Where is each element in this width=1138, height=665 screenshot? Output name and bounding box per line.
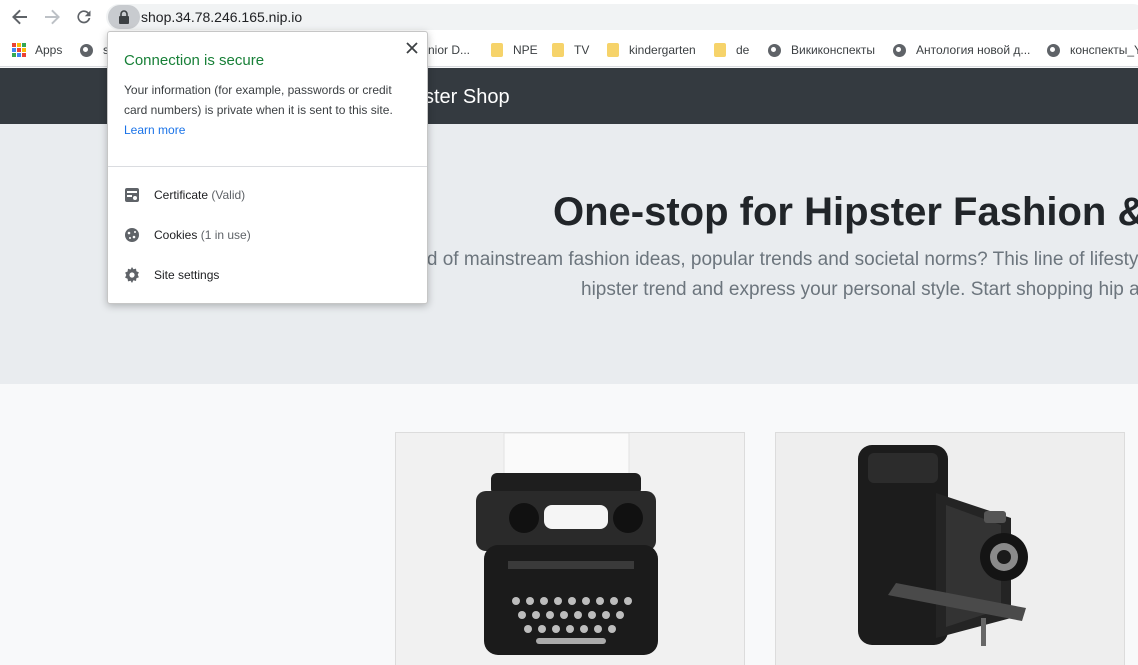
bookmark-item[interactable]: Викиконспекты: [768, 41, 875, 59]
bookmark-label: TV: [574, 43, 590, 57]
product-card-camera[interactable]: [775, 432, 1125, 665]
hero-title: One-stop for Hipster Fashion & S: [553, 190, 1138, 234]
certificate-label: Certificate (Valid): [154, 188, 245, 202]
arrow-right-icon: [45, 9, 60, 25]
certificate-text: Certificate: [154, 188, 209, 202]
cookies-row[interactable]: Cookies (1 in use): [108, 217, 427, 253]
bookmark-item[interactable]: nior D...: [428, 41, 470, 59]
cookies-text: Cookies: [154, 228, 198, 242]
site-info-button[interactable]: [108, 5, 140, 29]
certificate-status: (Valid): [211, 188, 246, 202]
globe-icon: [80, 43, 93, 57]
bookmark-label: kindergarten: [629, 43, 696, 57]
globe-icon: [768, 43, 781, 57]
cookies-label: Cookies (1 in use): [154, 228, 251, 242]
bookmark-folder-kindergarten[interactable]: kindergarten: [607, 41, 696, 59]
certificate-row[interactable]: Certificate (Valid): [108, 177, 427, 213]
bookmark-item[interactable]: s: [80, 41, 109, 59]
lock-icon: [119, 10, 129, 24]
cookies-status: (1 in use): [200, 228, 251, 242]
close-button[interactable]: [404, 40, 420, 56]
globe-icon: [893, 43, 906, 57]
bookmark-label: NPE: [513, 43, 538, 57]
certificate-icon: [125, 188, 139, 202]
globe-icon: [1047, 43, 1060, 57]
typewriter-image: [396, 433, 744, 665]
bookmark-apps[interactable]: Apps: [12, 41, 62, 59]
site-logo-text[interactable]: ster Shop: [424, 86, 510, 109]
connection-info-popup: Connection is secure Your information (f…: [107, 31, 428, 304]
browser-toolbar: shop.34.78.246.165.nip.io: [0, 0, 1138, 34]
close-icon: [406, 42, 418, 54]
bookmark-label: конспекты_Y: [1070, 43, 1138, 57]
product-card-typewriter[interactable]: [395, 432, 745, 665]
gear-icon: [125, 267, 139, 283]
apps-grid-icon: [12, 43, 26, 57]
forward-button[interactable]: [40, 6, 64, 28]
camera-image: [776, 433, 1124, 665]
folder-icon: [714, 43, 726, 57]
reload-icon: [77, 10, 91, 24]
bookmark-folder-tv[interactable]: TV: [552, 41, 589, 59]
arrow-left-icon: [12, 9, 27, 25]
folder-icon: [552, 43, 564, 57]
learn-more-link[interactable]: Learn more: [124, 120, 185, 140]
url-text[interactable]: shop.34.78.246.165.nip.io: [141, 9, 302, 25]
bookmark-label: Антология новой д...: [916, 43, 1031, 57]
folder-icon: [607, 43, 619, 57]
divider: [108, 166, 427, 167]
bookmark-folder-npe[interactable]: NPE: [491, 41, 538, 59]
site-settings-row[interactable]: Site settings: [108, 257, 427, 293]
hero-description-line: hipster trend and express your personal …: [581, 279, 1138, 300]
reload-button[interactable]: [72, 6, 96, 28]
bookmark-label: Викиконспекты: [791, 43, 876, 57]
bookmark-item[interactable]: Антология новой д...: [893, 41, 1030, 59]
popup-description: Your information (for example, passwords…: [124, 83, 393, 117]
bookmark-folder-de[interactable]: de: [714, 41, 749, 59]
folder-icon: [491, 43, 503, 57]
bookmark-label: de: [736, 43, 750, 57]
bookmark-item[interactable]: конспекты_Y: [1047, 41, 1138, 59]
site-settings-label: Site settings: [154, 268, 220, 282]
popup-title: Connection is secure: [124, 52, 265, 69]
bookmark-label: nior D...: [428, 43, 471, 57]
bookmark-label: Apps: [35, 43, 63, 57]
cookie-icon: [125, 228, 139, 242]
back-button[interactable]: [8, 6, 32, 28]
hero-description-line: red of mainstream fashion ideas, popular…: [410, 249, 1138, 270]
